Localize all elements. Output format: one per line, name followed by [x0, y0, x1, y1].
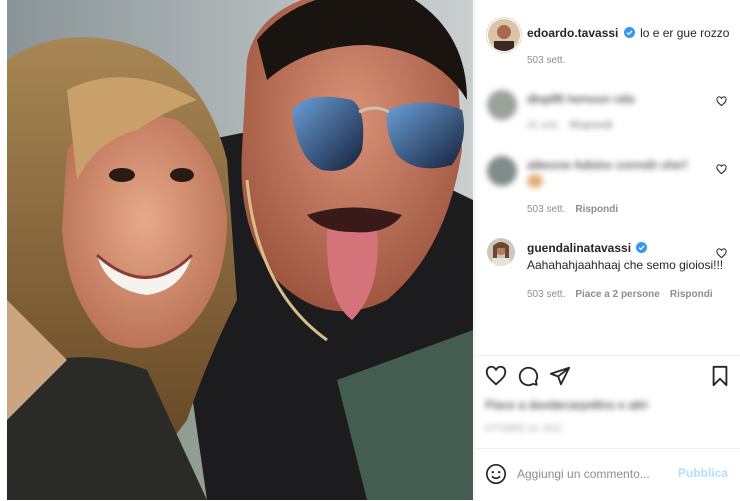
- comment-icon[interactable]: [517, 365, 539, 387]
- publish-button[interactable]: Pubblica: [678, 466, 728, 480]
- post-details-panel: edoardo.tavassi lo e er gue rozzo 503 se…: [474, 0, 740, 500]
- avatar[interactable]: [487, 156, 517, 186]
- caption-time: 503 sett.: [527, 55, 566, 66]
- author-avatar-ring[interactable]: [486, 17, 522, 53]
- reply-button[interactable]: Rispondi: [570, 120, 613, 131]
- comment-item: guendalinatavassi Aahahahjaahhaaj che se…: [475, 236, 740, 306]
- comment-username[interactable]: alikezoe: [527, 158, 571, 172]
- action-bar: [475, 355, 740, 396]
- comment-time: 41 sett.: [527, 120, 560, 131]
- post-photo[interactable]: [7, 0, 473, 500]
- comment-item: alikezoe Adislov connsth ohe!! 503 sett.…: [475, 152, 740, 224]
- avatar[interactable]: [487, 238, 515, 266]
- likes-summary[interactable]: Piace a davidecarpellino e altri: [485, 398, 648, 412]
- comment-like-heart-icon[interactable]: [716, 248, 727, 259]
- heart-icon[interactable]: [485, 365, 507, 387]
- bookmark-icon[interactable]: [709, 365, 731, 387]
- caption-line: edoardo.tavassi lo e er gue rozzo: [527, 26, 729, 40]
- comment-input[interactable]: [517, 465, 677, 483]
- comment-meta: 503 sett. Piace a 2 persone Rispondi: [527, 289, 713, 300]
- emoji-icon[interactable]: [485, 463, 507, 485]
- verified-badge-icon: [636, 242, 648, 253]
- author-username[interactable]: edoardo.tavassi: [527, 26, 618, 40]
- caption-section: edoardo.tavassi lo e er gue rozzo 503 se…: [475, 0, 740, 80]
- emoji-icon: [527, 174, 543, 188]
- reply-button[interactable]: Rispondi: [670, 289, 713, 300]
- comment-username[interactable]: dbqdf8 hemoon rafa: [527, 92, 634, 106]
- comment-username[interactable]: guendalinatavassi: [527, 241, 631, 255]
- caption-text: lo e er gue rozzo: [640, 26, 730, 40]
- comment-time: 503 sett.: [527, 289, 566, 300]
- comment-time: 503 sett.: [527, 204, 566, 215]
- selfie-image: [7, 0, 473, 500]
- post-date: OTTOBRE 10, 2012: [485, 424, 562, 433]
- verified-badge-icon: [623, 27, 635, 38]
- comment-item: dbqdf8 hemoon rafa 41 sett. Rispondi: [475, 86, 740, 138]
- reply-button[interactable]: Rispondi: [575, 204, 618, 215]
- comment-body: alikezoe Adislov connsth ohe!!: [527, 158, 688, 172]
- comment-likes-count[interactable]: Piace a 2 persone: [575, 289, 660, 300]
- comment-meta: 503 sett. Rispondi: [527, 204, 618, 215]
- comment-header: guendalinatavassi: [527, 241, 649, 255]
- comment-meta: 41 sett. Rispondi: [527, 120, 613, 131]
- send-icon[interactable]: [549, 365, 571, 387]
- comment-like-heart-icon[interactable]: [716, 96, 727, 107]
- add-comment-bar: Pubblica: [475, 448, 740, 501]
- comment-like-heart-icon[interactable]: [716, 164, 727, 175]
- avatar: [488, 19, 520, 51]
- avatar[interactable]: [487, 90, 517, 120]
- post-modal: edoardo.tavassi lo e er gue rozzo 503 se…: [0, 0, 740, 500]
- comment-text: Aahahahjaahhaaj che semo gioiosi!!!: [527, 258, 724, 272]
- comment-text: Adislov connsth ohe!!: [573, 158, 688, 172]
